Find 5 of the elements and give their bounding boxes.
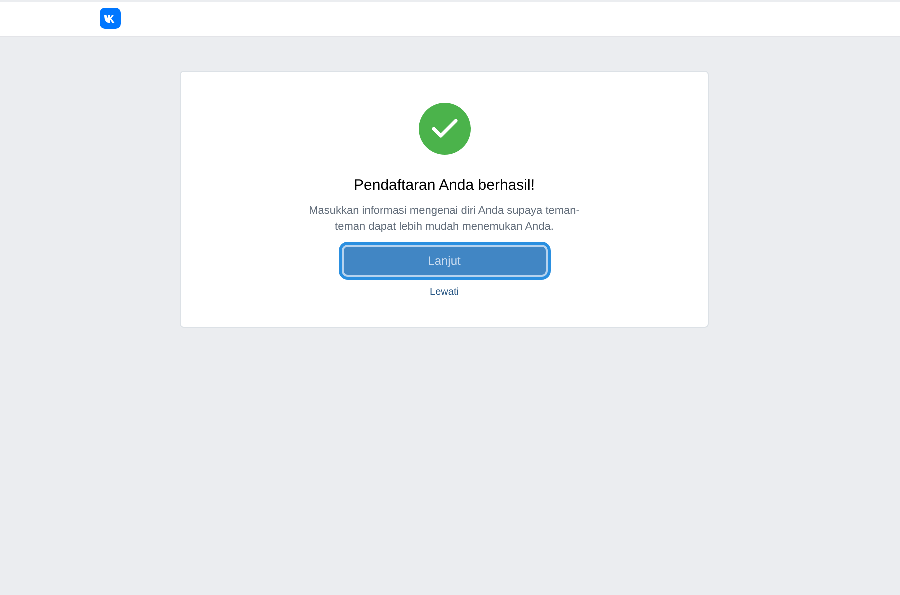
success-title: Pendaftaran Anda berhasil! xyxy=(354,177,535,194)
checkmark-icon xyxy=(418,103,470,155)
logo-icon[interactable] xyxy=(100,8,121,29)
description: Masukkan informasi mengenai diri Anda supaya teman-teman dapat lebih mudah menemukan Anda. xyxy=(308,204,581,235)
skip-link[interactable]: Lewati xyxy=(430,287,459,298)
